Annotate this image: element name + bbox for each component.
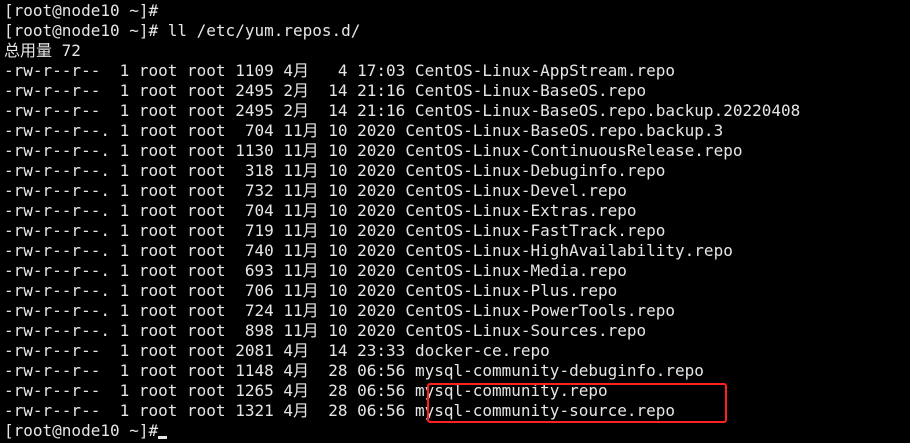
terminal-line: -rw-r--r--. 1 root root 318 11月 10 2020 … bbox=[4, 161, 666, 180]
terminal-line: -rw-r--r-- 1 root root 1265 4月 28 06:56 … bbox=[4, 381, 608, 400]
terminal-line: -rw-r--r-- 1 root root 1109 4月 4 17:03 C… bbox=[4, 61, 676, 80]
terminal-line: -rw-r--r--. 1 root root 719 11月 10 2020 … bbox=[4, 221, 666, 240]
terminal-line: -rw-r--r--. 1 root root 706 11月 10 2020 … bbox=[4, 281, 618, 300]
terminal-line: -rw-r--r--. 1 root root 693 11月 10 2020 … bbox=[4, 261, 627, 280]
terminal-line: -rw-r--r-- 1 root root 1148 4月 28 06:56 … bbox=[4, 361, 704, 380]
terminal-line: -rw-r--r--. 1 root root 704 11月 10 2020 … bbox=[4, 201, 637, 220]
terminal-line: -rw-r--r--. 1 root root 704 11月 10 2020 … bbox=[4, 121, 724, 140]
terminal-window[interactable]: [root@node10 ~]# [root@node10 ~]# ll /et… bbox=[0, 0, 910, 443]
terminal-prompt-line[interactable]: [root@node10 ~]# bbox=[4, 421, 910, 441]
terminal-line: 总用量 72 bbox=[4, 41, 81, 60]
terminal-line: [root@node10 ~]# ll /etc/yum.repos.d/ bbox=[4, 21, 361, 40]
terminal-line: -rw-r--r-- 1 root root 2081 4月 14 23:33 … bbox=[4, 341, 550, 360]
terminal-line: -rw-r--r--. 1 root root 732 11月 10 2020 … bbox=[4, 181, 627, 200]
cursor-icon bbox=[158, 436, 168, 439]
terminal-prompt: [root@node10 ~]# bbox=[4, 421, 159, 440]
terminal-line: -rw-r--r--. 1 root root 898 11月 10 2020 … bbox=[4, 321, 647, 340]
terminal-line: -rw-r--r-- 1 root root 2495 2月 14 21:16 … bbox=[4, 101, 801, 120]
terminal-line: -rw-r--r-- 1 root root 1321 4月 28 06:56 … bbox=[4, 401, 676, 420]
terminal-line: -rw-r--r-- 1 root root 2495 2月 14 21:16 … bbox=[4, 81, 647, 100]
terminal-line: -rw-r--r--. 1 root root 1130 11月 10 2020… bbox=[4, 141, 743, 160]
terminal-line: -rw-r--r--. 1 root root 740 11月 10 2020 … bbox=[4, 241, 733, 260]
terminal-line: -rw-r--r--. 1 root root 724 11月 10 2020 … bbox=[4, 301, 676, 320]
terminal-line: [root@node10 ~]# bbox=[4, 1, 159, 20]
